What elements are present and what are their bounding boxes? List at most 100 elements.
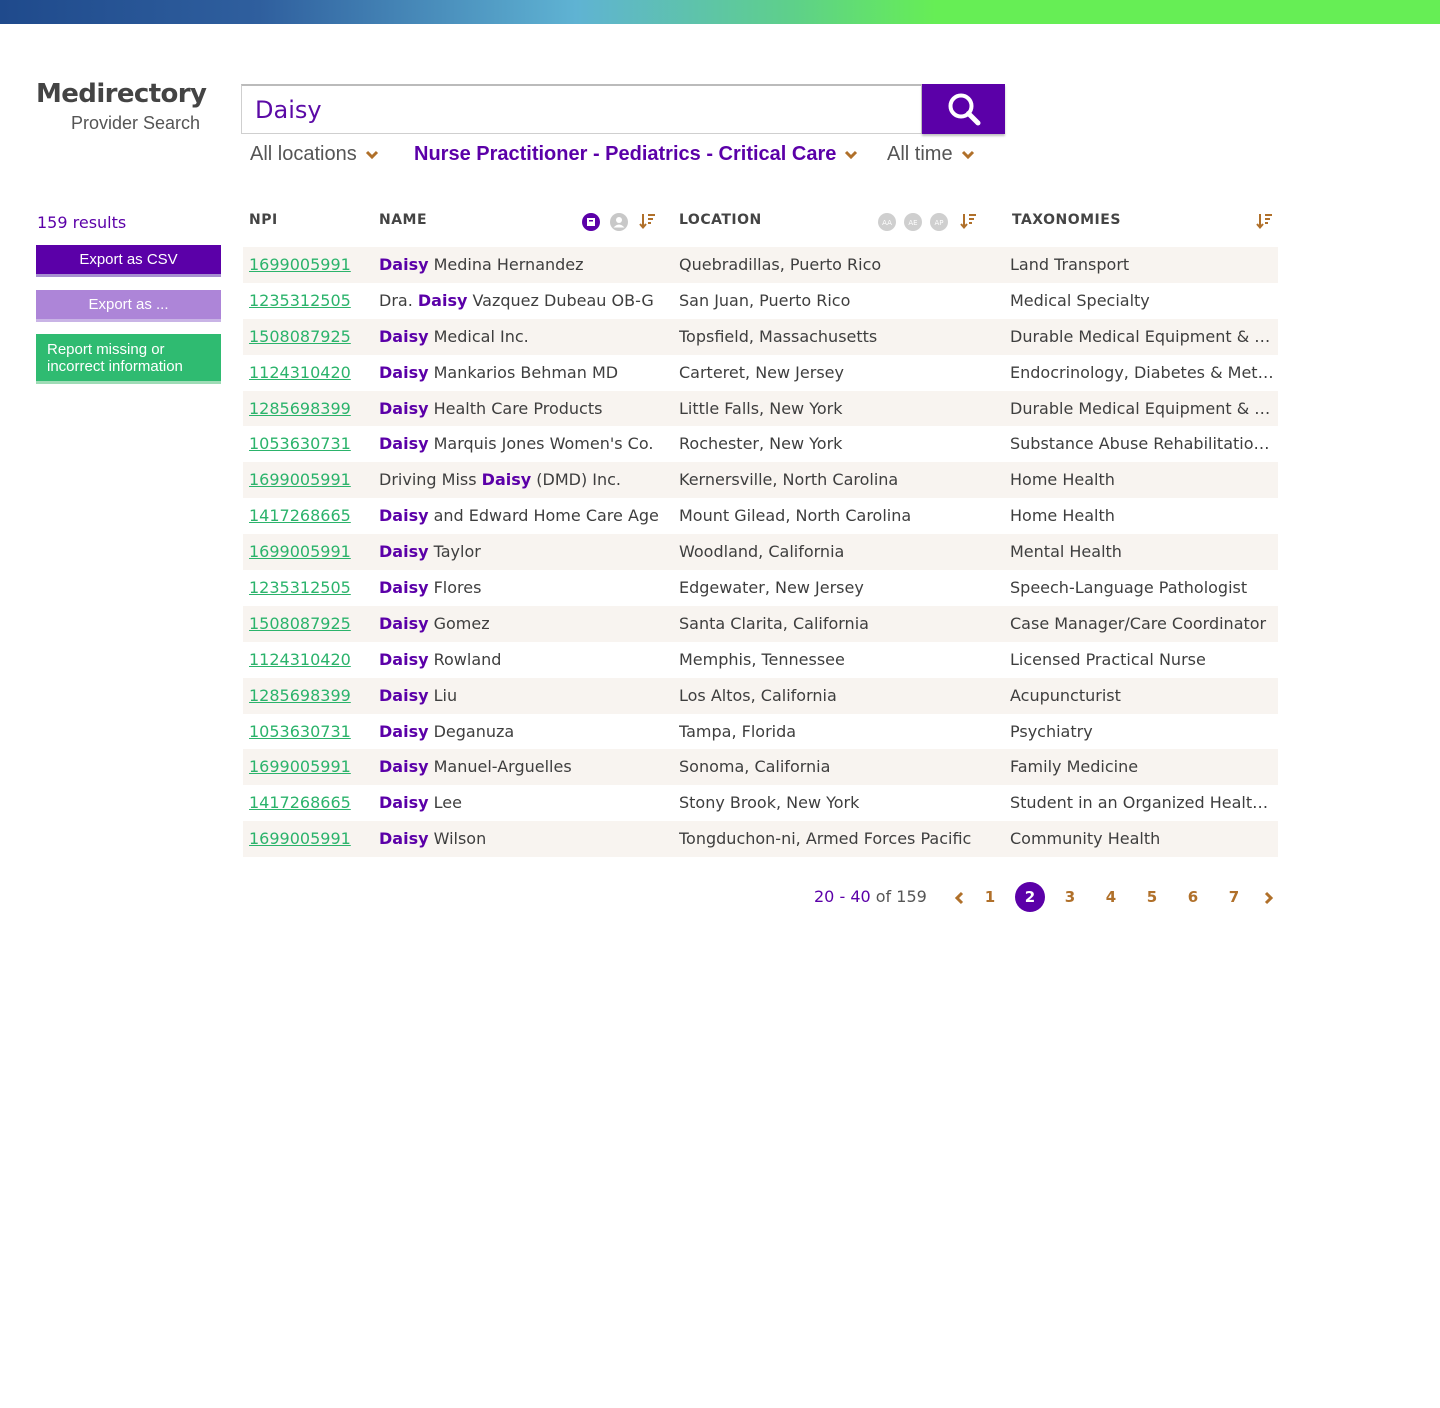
name-highlight: Daisy [379,398,429,418]
table-row[interactable]: 1124310420 Daisy Rowland Memphis, Tennes… [243,642,1278,678]
npi-link[interactable]: 1417268665 [249,506,351,525]
npi-link[interactable]: 1053630731 [249,722,351,741]
table-row[interactable]: 1285698399 Daisy Health Care Products Li… [243,390,1278,427]
name-highlight: Daisy [379,362,429,382]
next-page-button[interactable] [1254,882,1284,912]
npi-link[interactable]: 1417268665 [249,793,351,812]
npi-link[interactable]: 1699005991 [249,829,351,848]
name-cell: Daisy Flores [379,570,674,606]
npi-cell: 1124310420 [249,642,369,678]
npi-cell: 1053630731 [249,426,369,462]
person-filter-icon[interactable] [609,212,629,232]
npi-link[interactable]: 1285698399 [249,686,351,705]
npi-link[interactable]: 1699005991 [249,757,351,776]
table-row[interactable]: 1508087925 Daisy Gomez Santa Clarita, Ca… [243,605,1278,642]
sort-taxonomies-icon[interactable] [1256,212,1274,230]
table-row[interactable]: 1699005991 Daisy Wilson Tongduchon-ni, A… [243,821,1278,858]
name-cell: Daisy Mankarios Behman MD [379,355,674,391]
table-row[interactable]: 1699005991 Daisy Medina Hernandez Quebra… [243,247,1278,283]
npi-link[interactable]: 1053630731 [249,434,351,453]
npi-cell: 1053630731 [249,714,369,750]
npi-link[interactable]: 1508087925 [249,614,351,633]
organization-filter-icon[interactable] [581,212,601,232]
name-suffix: Rowland [428,649,502,669]
page-3[interactable]: 3 [1055,882,1085,912]
npi-link[interactable]: 1285698399 [249,399,351,418]
badge-aa: AA [882,219,892,227]
name-suffix: Manuel-Arguelles [428,757,572,777]
table-row[interactable]: 1235312505 Daisy Flores Edgewater, New J… [243,570,1278,606]
location-cell: Kernersville, North Carolina [679,470,899,490]
search-input[interactable] [241,84,922,134]
name-suffix: Vazquez Dubeau OB-G [467,290,654,310]
ap-badge-icon[interactable]: AP [929,212,949,232]
location-cell: Tampa, Florida [679,721,797,741]
header-taxonomies[interactable]: TAXONOMIES [1012,212,1121,228]
taxonomy-cell: Endocrinology, Diabetes & Meta... [1010,362,1274,382]
npi-link[interactable]: 1699005991 [249,470,351,489]
name-highlight: Daisy [379,434,429,454]
npi-link[interactable]: 1124310420 [249,650,351,669]
table-row[interactable]: 1699005991 Daisy Taylor Woodland, Califo… [243,534,1278,571]
name-suffix: Medina Hernandez [428,255,584,274]
name-cell: Daisy Deganuza [379,714,674,750]
results-table: NPI NAME LOCATION AA AE AP TAXONOMIES 16… [243,200,1278,858]
brand-logo[interactable]: Medirectory Provider Search [36,78,207,134]
results-count: 159 results [37,213,127,232]
table-row[interactable]: 1508087925 Daisy Medical Inc. Topsfield,… [243,318,1278,355]
header-name[interactable]: NAME [379,212,427,228]
time-filter[interactable]: All time [887,143,975,166]
npi-cell: 1508087925 [249,319,369,355]
npi-link[interactable]: 1508087925 [249,327,351,346]
name-suffix: Deganuza [428,721,515,741]
npi-link[interactable]: 1235312505 [249,291,351,310]
page-5[interactable]: 5 [1137,882,1167,912]
table-row[interactable]: 1124310420 Daisy Mankarios Behman MD Car… [243,355,1278,391]
location-cell: Edgewater, New Jersey [679,578,864,598]
header-location[interactable]: LOCATION [679,212,762,228]
npi-cell: 1699005991 [249,534,369,570]
top-gradient-bar [0,0,1440,24]
export-csv-button[interactable]: Export as CSV [36,245,221,277]
prev-page-button[interactable] [944,882,974,912]
sort-name-icon[interactable] [639,212,657,230]
report-button[interactable]: Report missing or incorrect information [36,334,221,384]
search-button[interactable] [922,84,1005,134]
table-row[interactable]: 1417268665 Daisy and Edward Home Care Ag… [243,498,1278,534]
table-row[interactable]: 1053630731 Daisy Deganuza Tampa, Florida… [243,714,1278,750]
taxonomy-cell: Land Transport [1010,255,1130,274]
name-suffix: Lee [428,793,462,813]
table-row[interactable]: 1053630731 Daisy Marquis Jones Women's C… [243,426,1278,462]
page-4[interactable]: 4 [1096,882,1126,912]
export-other-button[interactable]: Export as ... [36,290,221,322]
aa-badge-icon[interactable]: AA [877,212,897,232]
table-row[interactable]: 1699005991 Driving Miss Daisy (DMD) Inc.… [243,462,1278,499]
page-6[interactable]: 6 [1178,882,1208,912]
table-row[interactable]: 1235312505 Dra. Daisy Vazquez Dubeau OB-… [243,283,1278,319]
ae-badge-icon[interactable]: AE [903,212,923,232]
page-7[interactable]: 7 [1219,882,1249,912]
table-row[interactable]: 1417268665 Daisy Lee Stony Brook, New Yo… [243,785,1278,821]
taxonomy-filter[interactable]: Nurse Practitioner - Pediatrics - Critic… [414,143,858,166]
location-cell: Sonoma, California [679,757,831,777]
location-filter[interactable]: All locations [250,143,379,166]
name-highlight: Daisy [379,757,429,777]
npi-link[interactable]: 1124310420 [249,363,351,382]
name-highlight: Daisy [379,542,429,562]
page-1[interactable]: 1 [975,882,1005,912]
name-highlight: Daisy [379,721,429,741]
sort-location-icon[interactable] [960,212,978,230]
name-cell: Daisy Marquis Jones Women's Co. [379,426,674,462]
taxonomy-cell: Durable Medical Equipment & M... [1010,326,1274,346]
npi-link[interactable]: 1699005991 [249,542,351,561]
npi-link[interactable]: 1699005991 [249,255,351,274]
page-2[interactable]: 2 [1015,882,1045,912]
name-cell: Daisy Wilson [379,821,674,857]
table-row[interactable]: 1699005991 Daisy Manuel-Arguelles Sonoma… [243,749,1278,786]
npi-link[interactable]: 1235312505 [249,578,351,597]
range-separator: - [834,887,851,906]
header-npi[interactable]: NPI [249,212,278,228]
location-cell: Mount Gilead, North Carolina [679,506,912,526]
table-row[interactable]: 1285698399 Daisy Liu Los Altos, Californ… [243,677,1278,714]
location-cell: Quebradillas, Puerto Rico [679,255,882,274]
